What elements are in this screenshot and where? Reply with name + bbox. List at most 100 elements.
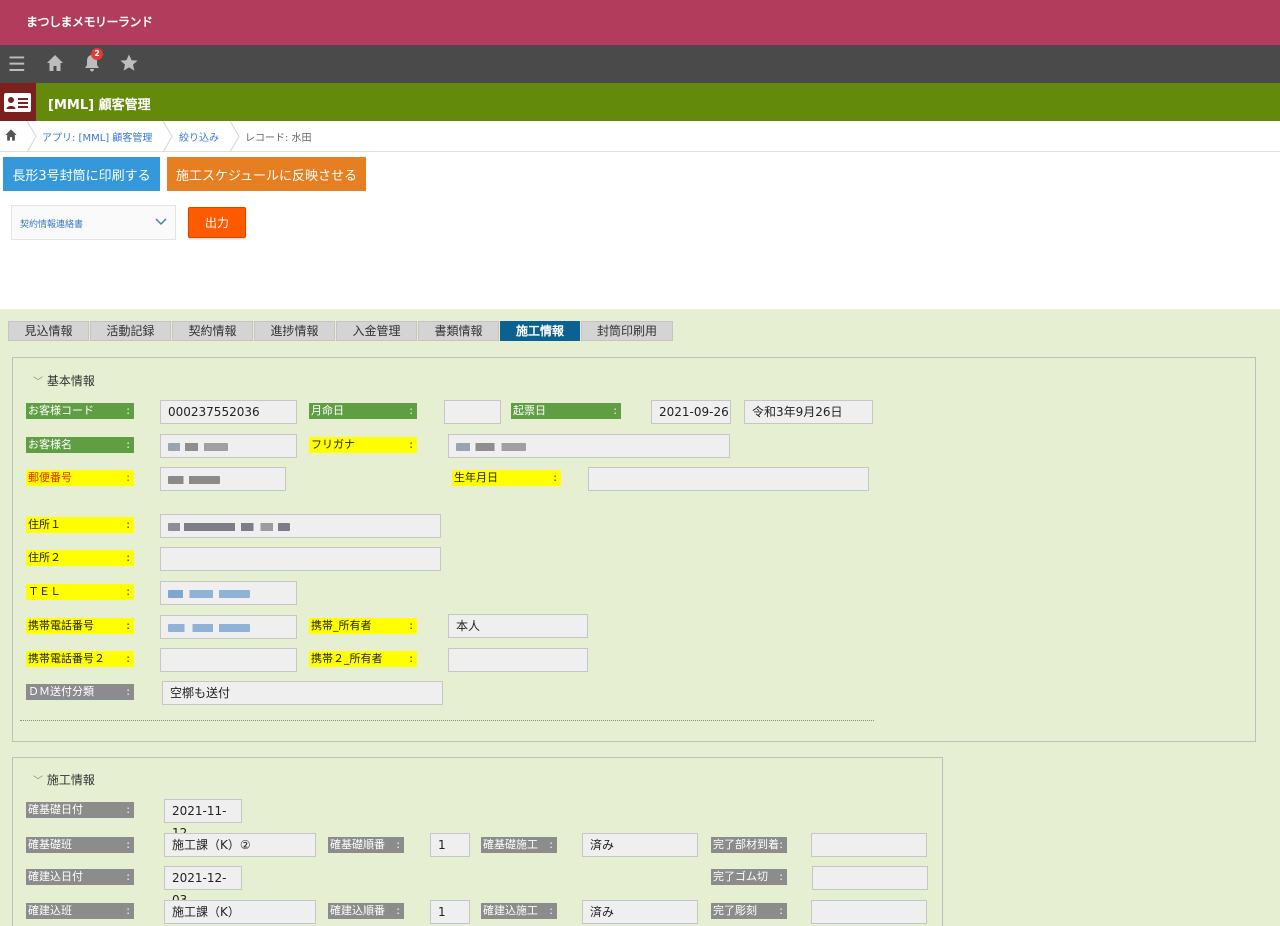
breadcrumb-home-icon[interactable] (4, 128, 18, 145)
document-select-value: 契約情報連絡書 (20, 220, 84, 230)
mobile2-owner-field[interactable] (448, 648, 588, 672)
label-text: 確基礎順番 (330, 838, 385, 851)
chevron-down-icon: ﹀ (33, 377, 43, 388)
output-button[interactable]: 出力 (188, 207, 246, 238)
redacted-text (168, 522, 290, 531)
build-work-field[interactable]: 済み (582, 900, 698, 924)
label-text: 完了部材到着 (713, 838, 779, 851)
home-icon[interactable] (44, 53, 66, 75)
reflect-schedule-button[interactable]: 施工スケジュールに反映させる (167, 157, 366, 191)
star-icon[interactable] (118, 53, 140, 75)
foundation-team-field[interactable]: 施工課（K）② (164, 833, 316, 857)
material-arrival-label: 完了部材到着: (711, 837, 787, 853)
menu-icon[interactable]: ☰ (6, 53, 28, 75)
build-work-label: 確建込施工: (481, 903, 557, 919)
engraving-label: 完了彫刻: (711, 903, 787, 919)
brand-logo[interactable]: まつしまメモリーランド (26, 13, 153, 30)
home-small-icon (5, 129, 17, 141)
label-text: 確基礎班 (28, 838, 72, 851)
customer-name-field[interactable] (160, 434, 297, 458)
redacted-text (168, 623, 250, 632)
customer-code-field[interactable]: 000237552036 (160, 400, 297, 424)
material-arrival-field[interactable] (811, 833, 927, 857)
build-order-label: 確建込順番: (328, 903, 404, 919)
label-text: フリガナ (311, 438, 355, 451)
label-text: 月命日 (311, 404, 344, 417)
month-day-field[interactable] (444, 400, 501, 424)
engraving-field[interactable] (811, 900, 927, 924)
tab-envelope-print[interactable]: 封筒印刷用 (581, 321, 673, 341)
redacted-text (168, 442, 228, 451)
breadcrumb-app[interactable]: アプリ: [MML] 顧客管理 (42, 129, 152, 144)
tab-construction[interactable]: 施工情報 (500, 321, 580, 341)
label-text: 携帯電話番号 (28, 619, 94, 632)
label-text: 住所１ (28, 518, 61, 531)
postal-code-field[interactable] (160, 467, 286, 491)
address1-label: 住所１: (26, 517, 134, 533)
nav-bar (0, 45, 1280, 83)
mobile-label: 携帯電話番号: (26, 618, 134, 634)
start-date-label: 起票日: (511, 403, 621, 419)
foundation-work-field[interactable]: 済み (582, 833, 698, 857)
dm-category-field[interactable]: 空槨も送付 (162, 681, 443, 705)
rubber-cut-field[interactable] (812, 866, 928, 890)
chevron-svg (155, 218, 167, 225)
tab-progress[interactable]: 進捗情報 (254, 321, 335, 341)
customer-code-label: お客様コード: (26, 403, 134, 419)
tel-field[interactable] (160, 581, 297, 605)
tab-activity[interactable]: 活動記録 (90, 321, 171, 341)
label-text: 確基礎日付 (28, 803, 83, 816)
redacted-text (168, 589, 250, 598)
top-bar (0, 0, 1280, 45)
foundation-order-label: 確基礎順番: (328, 837, 404, 853)
label-text: 確建込施工 (483, 904, 538, 917)
tel-label: ＴＥＬ: (26, 584, 134, 600)
start-date-jp-field[interactable]: 令和3年9月26日 (744, 400, 873, 424)
furigana-label: フリガナ: (309, 437, 417, 453)
tab-payment[interactable]: 入金管理 (336, 321, 417, 341)
build-team-label: 確建込班: (26, 903, 134, 919)
breadcrumb-separator (229, 121, 240, 152)
app-title: [MML] 顧客管理 (48, 98, 151, 113)
star-icon-svg (120, 54, 138, 71)
tab-contract[interactable]: 契約情報 (172, 321, 253, 341)
mobile-owner-field[interactable]: 本人 (448, 614, 588, 638)
label-text: 起票日 (513, 404, 546, 417)
build-team-field[interactable]: 施工課（K） (164, 900, 316, 924)
breadcrumb-separator (26, 121, 37, 152)
mobile2-field[interactable] (160, 648, 297, 672)
start-date-field[interactable]: 2021-09-26 (651, 400, 731, 424)
basic-info-title[interactable]: ﹀ 基本情報 (33, 372, 95, 389)
notification-badge: 2 (91, 48, 103, 60)
postal-code-label: 郵便番号: (26, 470, 134, 486)
tab-estimate[interactable]: 見込情報 (8, 321, 89, 341)
construction-info-title[interactable]: ﹀ 施工情報 (33, 771, 95, 788)
app-icon (0, 83, 36, 121)
address2-label: 住所２: (26, 550, 134, 566)
foundation-order-field[interactable]: 1 (430, 833, 470, 857)
label-text: 完了彫刻 (713, 904, 757, 917)
construction-info-title-text: 施工情報 (46, 773, 95, 787)
birthday-field[interactable] (588, 467, 869, 491)
tab-documents[interactable]: 書類情報 (418, 321, 499, 341)
document-select[interactable]: 契約情報連絡書 (11, 205, 176, 240)
print-envelope-button[interactable]: 長形3号封筒に印刷する (3, 157, 160, 191)
customer-name-label: お客様名: (26, 437, 134, 453)
address1-field[interactable] (160, 514, 441, 538)
birthday-label: 生年月日: (452, 470, 561, 486)
build-date-field[interactable]: 2021-12-03 (164, 866, 242, 907)
breadcrumb-filter[interactable]: 絞り込み (179, 129, 219, 144)
label-text: 住所２ (28, 551, 61, 564)
build-order-field[interactable]: 1 (430, 900, 470, 924)
label-text: 携帯_所有者 (311, 619, 372, 632)
foundation-date-field[interactable]: 2021-11-12 (164, 799, 242, 840)
app-header-bar (0, 83, 1280, 121)
address2-field[interactable] (160, 547, 441, 571)
furigana-field[interactable] (448, 434, 730, 458)
chevron-down-icon (155, 215, 167, 230)
rubber-cut-label: 完了ゴム切: (711, 869, 787, 885)
breadcrumb-record: レコード: 水田 (245, 133, 312, 144)
mobile-field[interactable] (160, 615, 297, 639)
month-day-label: 月命日: (309, 403, 417, 419)
id-card-icon (4, 93, 31, 112)
